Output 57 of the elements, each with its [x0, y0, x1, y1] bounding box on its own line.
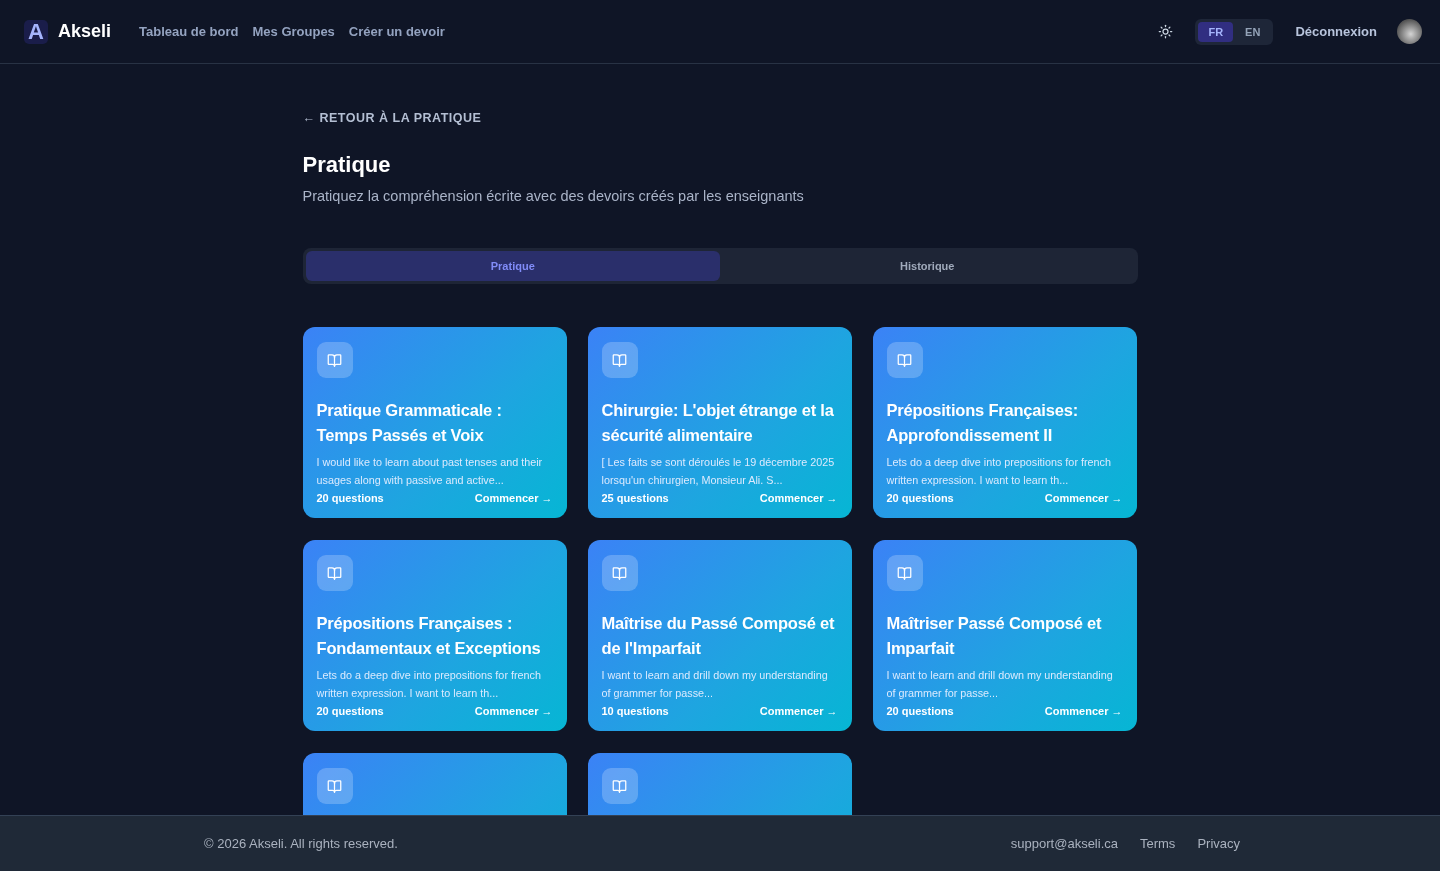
language-button[interactable]: FR [1198, 21, 1234, 42]
assignment-card[interactable]: Prépositions Françaises: Approfondissement II Lets do a deep dive into prepositions for french written expression. I want to learn th... 20 questions Commencer → [872, 327, 1137, 518]
nav-link[interactable]: Tableau de bord [139, 24, 239, 39]
footer-link[interactable]: Privacy [1197, 836, 1240, 851]
question-count: 25 questions [601, 492, 669, 504]
card-description: I want to learn and drill down my understanding of grammer for passe... [886, 668, 1114, 701]
tab[interactable]: Historique [720, 251, 1135, 281]
nav-link[interactable]: Créer un devoir [348, 24, 445, 39]
assignment-card[interactable]: Pratique Grammaticale : Temps Passés et Voix I would like to learn about past tenses and their usages along with passive and active... 20 questions Commencer → [302, 327, 567, 518]
book-icon [316, 768, 353, 804]
card-title: Pratique Grammaticale : Temps Passés et Voix [316, 400, 503, 446]
theme-toggle-icon[interactable] [1158, 24, 1174, 39]
book-icon [601, 768, 638, 804]
start-link[interactable]: Commencer → [759, 705, 838, 717]
assignment-card[interactable]: Chirurgie: L'objet étrange et la sécurité alimentaire [ Les faits se sont déroulés le 19 décembre 2025 lorsqu'un chirurgien, Monsieur Ali. S... 25 questions Commencer → [587, 327, 852, 518]
footer-link[interactable]: support@akseli.ca [1010, 836, 1118, 851]
book-icon [316, 342, 353, 378]
card-title: Maîtriser Passé Composé et Imparfait [886, 613, 1103, 659]
page-subtitle: Pratiquez la compréhension écrite avec des devoirs créés par les enseignants [302, 188, 805, 204]
footer-link[interactable]: Terms [1140, 836, 1176, 851]
card-description: [ Les faits se sont déroulés le 19 décembre 2025 lorsqu'un chirurgien, Monsieur Ali. S... [601, 455, 836, 488]
start-link[interactable]: Commencer → [759, 492, 838, 504]
page-title: Pratique [302, 152, 392, 178]
book-icon [601, 555, 638, 591]
question-count: 20 questions [316, 492, 384, 504]
logout-button[interactable]: Déconnexion [1289, 23, 1383, 40]
brand-name: Akseli [58, 21, 112, 42]
assignment-card[interactable]: Prépositions Françaises : Fondamentaux et Exceptions Lets do a deep dive into prepositions for french written expression. I want to learn th... 20 questions Commencer → [302, 540, 567, 731]
copyright: © 2026 Akseli. All rights reserved. [204, 836, 398, 851]
card-description: Lets do a deep dive into prepositions for french written expression. I want to learn th... [316, 668, 542, 701]
card-description: I would like to learn about past tenses and their usages along with passive and active... [316, 455, 544, 488]
card-title: Prépositions Françaises: Approfondissement II [886, 400, 1079, 446]
question-count: 20 questions [886, 705, 954, 717]
start-link[interactable]: Commencer → [1044, 705, 1123, 717]
start-link[interactable]: Commencer → [474, 705, 553, 717]
book-icon [886, 342, 923, 378]
language-button[interactable]: EN [1235, 21, 1271, 42]
avatar[interactable] [1397, 19, 1422, 44]
back-link[interactable]: ← RETOUR À LA PRATIQUE [302, 111, 482, 125]
book-icon [316, 555, 353, 591]
card-description: Lets do a deep dive into prepositions for french written expression. I want to learn th... [886, 455, 1112, 488]
assignment-card[interactable]: Maîtrise du Passé Composé et de l'Imparfait I want to learn and drill down my understanding of grammer for passe... 10 questions Commencer → [587, 540, 852, 731]
tab[interactable]: Pratique [305, 251, 720, 281]
question-count: 20 questions [316, 705, 384, 717]
logo: A [24, 19, 48, 44]
question-count: 10 questions [601, 705, 669, 717]
start-link[interactable]: Commencer → [474, 492, 553, 504]
book-icon [886, 555, 923, 591]
card-description: I want to learn and drill down my understanding of grammer for passe... [601, 668, 829, 701]
book-icon [601, 342, 638, 378]
start-link[interactable]: Commencer → [1044, 492, 1123, 504]
nav-link[interactable]: Mes Groupes [252, 24, 335, 39]
question-count: 20 questions [886, 492, 954, 504]
card-title: Chirurgie: L'objet étrange et la sécurité alimentaire [601, 400, 835, 446]
card-title: Prépositions Françaises : Fondamentaux et Exceptions [316, 613, 542, 659]
assignment-card[interactable]: Maîtriser Passé Composé et Imparfait I want to learn and drill down my understanding of grammer for passe... 20 questions Commencer → [872, 540, 1137, 731]
card-title: Maîtrise du Passé Composé et de l'Imparfait [601, 613, 836, 659]
